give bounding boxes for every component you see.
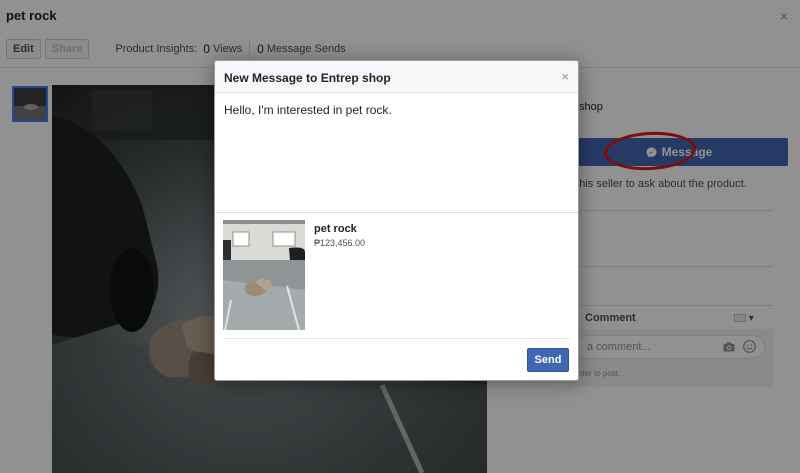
new-message-dialog: New Message to Entrep shop × Hello, I'm …	[214, 60, 579, 381]
product-name: pet rock	[314, 223, 357, 235]
dialog-header: New Message to Entrep shop ×	[215, 61, 578, 93]
send-button[interactable]: Send	[527, 348, 569, 372]
close-icon[interactable]: ×	[561, 69, 569, 84]
product-price: ₱123,456.00	[314, 238, 366, 248]
dialog-divider	[223, 338, 570, 339]
dialog-divider	[215, 212, 578, 213]
dialog-title: New Message to Entrep shop	[224, 71, 391, 85]
product-image	[223, 220, 305, 330]
message-textarea[interactable]: Hello, I'm interested in pet rock.	[224, 103, 392, 117]
